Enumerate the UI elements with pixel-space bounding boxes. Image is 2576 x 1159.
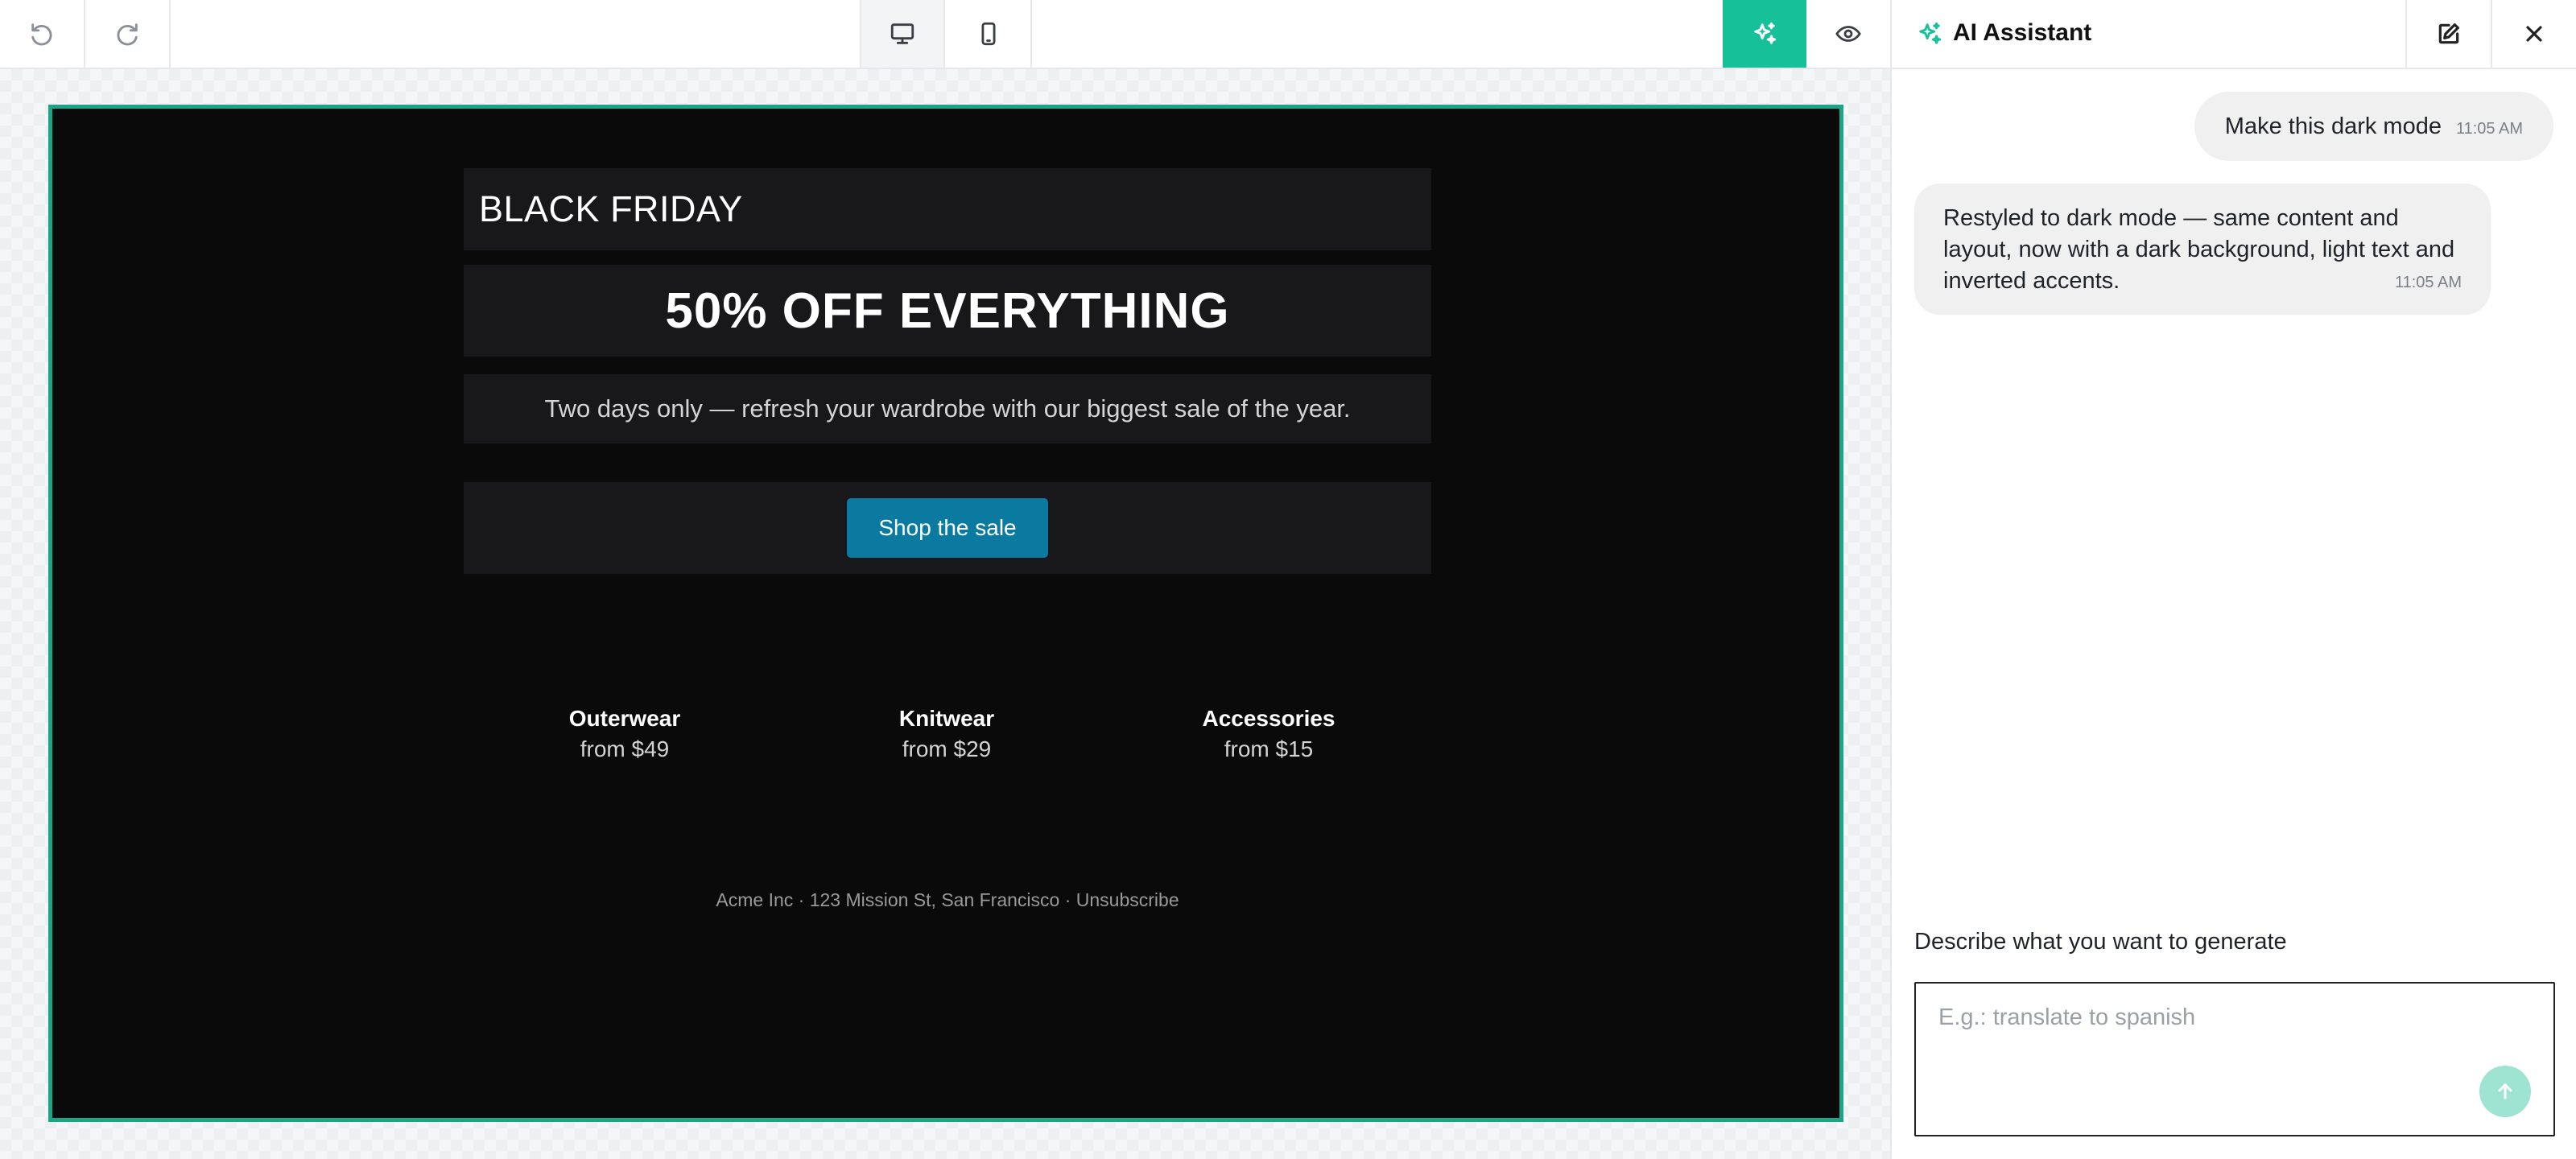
prompt-label: Describe what you want to generate bbox=[1914, 929, 2287, 955]
category-row: Outerwear from $49 Knitwear from $29 Acc… bbox=[464, 704, 1431, 785]
redo-button[interactable] bbox=[85, 0, 171, 68]
message-text: Make this dark mode bbox=[2224, 113, 2442, 139]
editor-canvas: BLACK FRIDAY 50% OFF EVERYTHING Two days… bbox=[0, 69, 1890, 1159]
email-headline: 50% OFF EVERYTHING bbox=[665, 283, 1230, 339]
category-item[interactable]: Outerwear from $49 bbox=[504, 704, 745, 765]
undo-button[interactable] bbox=[0, 0, 85, 68]
shop-the-sale-button[interactable]: Shop the sale bbox=[847, 498, 1048, 558]
edit-icon bbox=[2438, 23, 2459, 44]
category-name: Accessories bbox=[1202, 706, 1335, 731]
preview-button[interactable] bbox=[1806, 0, 1890, 68]
message-text: Restyled to dark mode — same content and… bbox=[1943, 205, 2455, 294]
email-preview[interactable]: BLACK FRIDAY 50% OFF EVERYTHING Two days… bbox=[48, 105, 1843, 1122]
mobile-view-button[interactable] bbox=[947, 0, 1032, 68]
category-price: from $49 bbox=[580, 736, 670, 761]
ai-assistant-panel: AI Assistant Make this dark mode 11:05 A… bbox=[1890, 0, 2576, 1159]
desktop-view-button[interactable] bbox=[860, 0, 945, 68]
user-message: Make this dark mode 11:05 AM bbox=[2194, 92, 2553, 161]
cta-block[interactable]: Shop the sale bbox=[464, 482, 1431, 574]
undo-icon bbox=[31, 23, 52, 46]
category-price: from $29 bbox=[902, 736, 992, 761]
category-price: from $15 bbox=[1224, 736, 1314, 761]
sparkles-icon bbox=[1916, 20, 1943, 47]
close-panel-button[interactable] bbox=[2491, 0, 2576, 68]
redo-icon bbox=[117, 23, 138, 46]
mobile-icon bbox=[981, 22, 996, 46]
desktop-icon bbox=[890, 23, 914, 44]
assistant-message: Restyled to dark mode — same content and… bbox=[1914, 184, 2491, 315]
email-subtitle: Two days only — refresh your wardrobe wi… bbox=[544, 394, 1351, 423]
panel-title: AI Assistant bbox=[1953, 19, 2092, 46]
message-time: 11:05 AM bbox=[2394, 274, 2462, 291]
arrow-up-icon bbox=[2498, 1083, 2512, 1099]
email-title: BLACK FRIDAY bbox=[479, 188, 743, 229]
eye-icon bbox=[1835, 26, 1861, 42]
send-button[interactable] bbox=[2479, 1066, 2531, 1117]
prompt-box[interactable] bbox=[1914, 982, 2555, 1136]
category-item[interactable]: Accessories from $15 bbox=[1148, 704, 1389, 765]
message-time: 11:05 AM bbox=[2455, 119, 2523, 138]
editor-toolbar bbox=[0, 0, 1890, 69]
prompt-input[interactable] bbox=[1938, 1001, 2502, 1033]
category-name: Knitwear bbox=[898, 706, 995, 731]
title-block[interactable]: BLACK FRIDAY bbox=[464, 168, 1431, 250]
ai-assistant-toggle-button[interactable] bbox=[1723, 0, 1806, 68]
new-chat-button[interactable] bbox=[2405, 0, 2491, 68]
close-icon bbox=[2526, 26, 2542, 42]
headline-block[interactable]: 50% OFF EVERYTHING bbox=[464, 265, 1431, 357]
email-footer[interactable]: Acme Inc · 123 Mission St, San Francisco… bbox=[464, 889, 1431, 911]
sparkles-icon bbox=[1754, 22, 1777, 44]
category-name: Outerwear bbox=[568, 706, 681, 731]
panel-header: AI Assistant bbox=[1892, 0, 2576, 69]
category-item[interactable]: Knitwear from $29 bbox=[826, 704, 1067, 765]
subtitle-block[interactable]: Two days only — refresh your wardrobe wi… bbox=[464, 374, 1431, 443]
